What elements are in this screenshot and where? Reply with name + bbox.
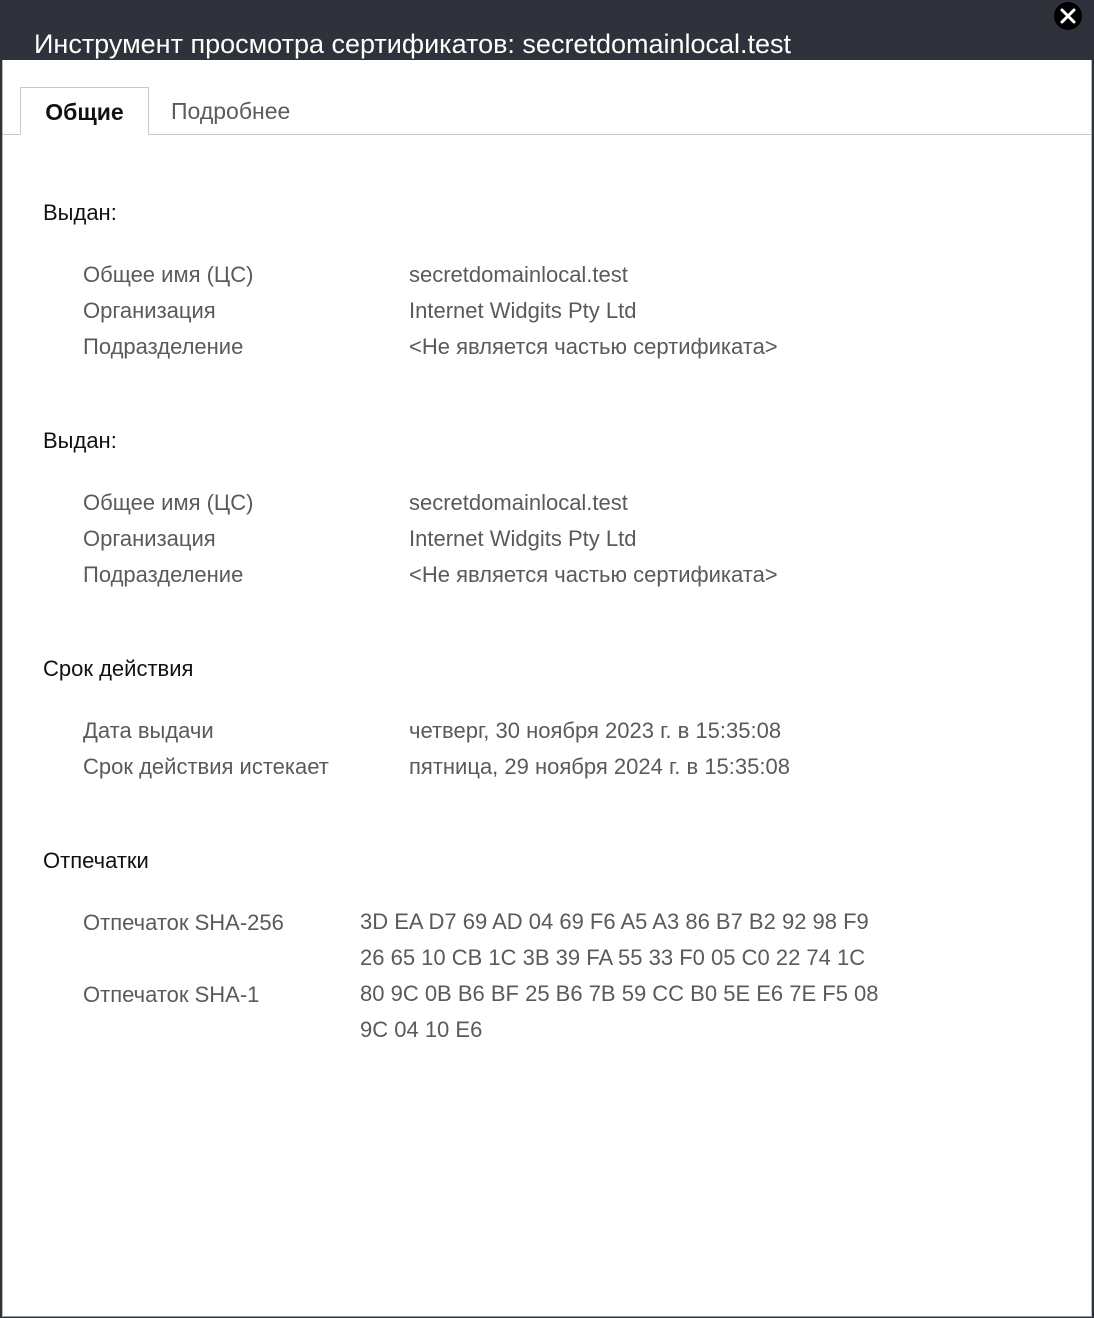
issuer-org-value: Internet Widgits Pty Ltd bbox=[409, 526, 637, 551]
subject-cn-label: Общее имя (ЦС) bbox=[83, 262, 254, 287]
issue-date-value: четверг, 30 ноября 2023 г. в 15:35:08 bbox=[409, 718, 782, 743]
fingerprints-heading: Отпечатки bbox=[43, 848, 149, 873]
subject-ou-label: Подразделение bbox=[83, 334, 244, 359]
issuer-ou-value: <Не является частью сертификата> bbox=[409, 562, 778, 587]
issuer-cn-value: secretdomainlocal.test bbox=[409, 490, 628, 515]
issuer-ou-label: Подразделение bbox=[83, 562, 244, 587]
sha1-label: Отпечаток SHA-1 bbox=[83, 982, 260, 1007]
tab-bar-divider bbox=[3, 134, 1091, 135]
title-bar: Инструмент просмотра сертификатов: secre… bbox=[0, 0, 1094, 60]
subject-cn-value: secretdomainlocal.test bbox=[409, 262, 628, 287]
tab-general[interactable]: Общие bbox=[20, 87, 149, 135]
issue-date-label: Дата выдачи bbox=[83, 718, 214, 743]
certificate-viewer-window: Инструмент просмотра сертификатов: secre… bbox=[0, 0, 1094, 1318]
subject-heading: Выдан: bbox=[43, 200, 117, 225]
sha256-label: Отпечаток SHA-256 bbox=[83, 910, 284, 935]
tab-bar: Общие Подробнее bbox=[3, 87, 1091, 136]
validity-heading: Срок действия bbox=[43, 656, 194, 681]
expiry-date-value: пятница, 29 ноября 2024 г. в 15:35:08 bbox=[409, 754, 790, 779]
expiry-date-label: Срок действия истекает bbox=[83, 754, 329, 779]
sha1-value-line1: 80 9C 0B B6 BF 25 B6 7B 59 CC B0 5E E6 7… bbox=[360, 981, 879, 1006]
sha256-value-line1: 3D EA D7 69 AD 04 69 F6 A5 A3 86 B7 B2 9… bbox=[360, 909, 869, 934]
dialog-body: Общие Подробнее Выдан: Общее имя (ЦС) se… bbox=[2, 60, 1092, 1317]
sha256-value-line2: 26 65 10 CB 1C 3B 39 FA 55 33 F0 05 C0 2… bbox=[360, 945, 866, 970]
issuer-heading: Выдан: bbox=[43, 428, 117, 453]
issuer-org-label: Организация bbox=[83, 526, 216, 551]
sha1-value-line2: 9C 04 10 E6 bbox=[360, 1017, 483, 1042]
issuer-cn-label: Общее имя (ЦС) bbox=[83, 490, 254, 515]
subject-ou-value: <Не является частью сертификата> bbox=[409, 334, 778, 359]
window-title: Инструмент просмотра сертификатов: secre… bbox=[34, 29, 792, 59]
close-button[interactable] bbox=[1054, 2, 1082, 30]
tab-details[interactable]: Подробнее bbox=[171, 87, 290, 135]
close-icon bbox=[1060, 8, 1076, 24]
subject-org-value: Internet Widgits Pty Ltd bbox=[409, 298, 637, 323]
subject-org-label: Организация bbox=[83, 298, 216, 323]
